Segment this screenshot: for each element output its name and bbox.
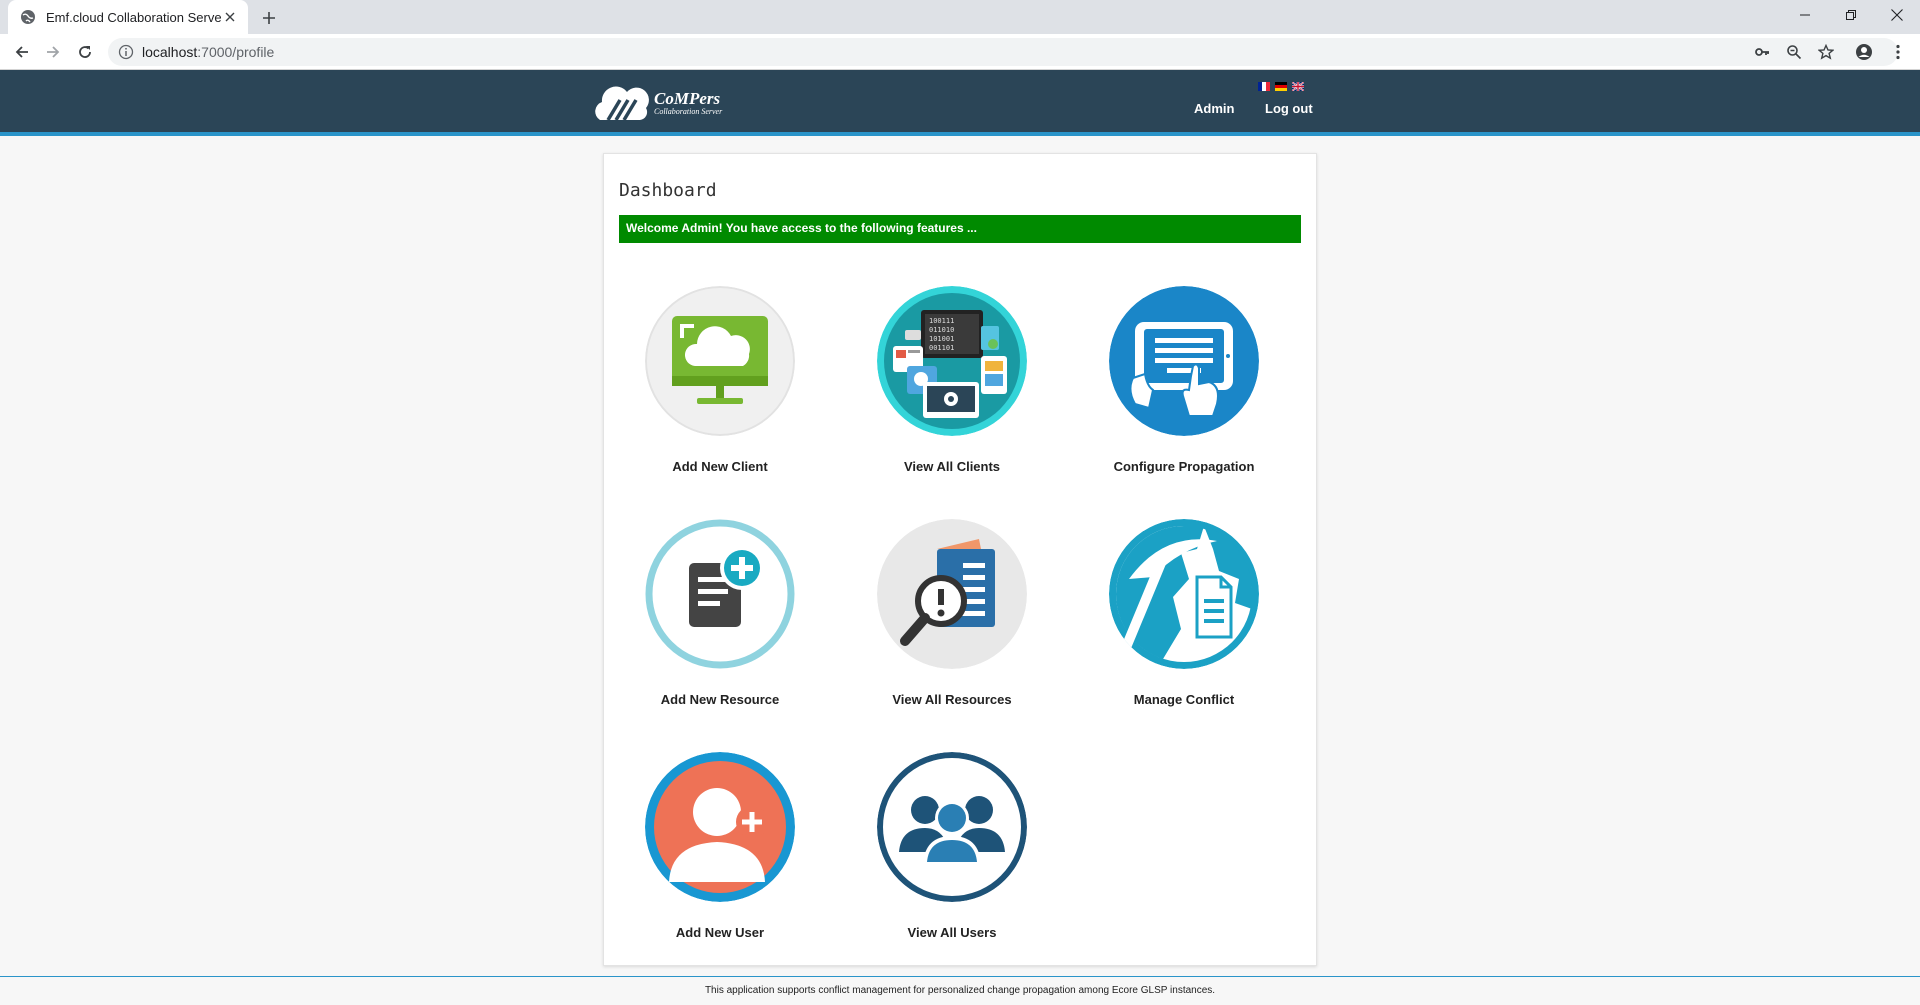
feature-view-all-users[interactable]: View All Users <box>836 752 1068 952</box>
tab-title: Emf.cloud Collaboration Server <box>46 9 222 25</box>
flag-de-icon[interactable] <box>1275 82 1287 91</box>
feature-view-all-resources[interactable]: View All Resources <box>836 519 1068 719</box>
logo-subtitle: Collaboration Server <box>654 107 723 116</box>
feature-label: Add New Client <box>672 459 768 474</box>
user-add-icon <box>645 752 795 902</box>
header-accent-line <box>0 132 1920 136</box>
feature-label: Manage Conflict <box>1133 692 1235 707</box>
svg-text:100111: 100111 <box>929 317 954 325</box>
cloud-logo-icon <box>594 80 650 127</box>
svg-text:101001: 101001 <box>929 335 954 343</box>
footer-text: This application supports conflict manag… <box>704 985 1216 996</box>
address-bar[interactable]: localhost:7000/profile <box>108 38 1898 66</box>
logo-text: CoMPers Collaboration Server <box>654 90 722 117</box>
restore-icon[interactable] <box>1828 0 1874 30</box>
minimize-icon[interactable] <box>1782 0 1828 30</box>
svg-text:011010: 011010 <box>929 326 954 334</box>
page-title: Dashboard <box>619 180 717 201</box>
bookmark-star-icon[interactable] <box>1814 40 1838 64</box>
feature-add-new-resource[interactable]: Add New Resource <box>604 519 836 719</box>
feature-label: Add New Resource <box>660 692 780 707</box>
devices-icon: 100111 011010 101001 001101 <box>877 286 1027 436</box>
feature-label: View All Clients <box>903 459 1001 474</box>
flag-en-icon[interactable] <box>1292 82 1304 91</box>
feature-view-all-clients[interactable]: 100111 011010 101001 001101 View All Cli… <box>836 286 1068 486</box>
browser-tab[interactable]: Emf.cloud Collaboration Server <box>8 0 248 34</box>
admin-link[interactable]: Admin <box>1194 101 1234 116</box>
app-header <box>0 70 1920 132</box>
footer-line <box>0 976 1920 977</box>
app-logo[interactable]: CoMPers Collaboration Server <box>594 80 722 127</box>
feature-label: Add New User <box>675 925 765 940</box>
zoom-icon[interactable] <box>1782 40 1806 64</box>
close-window-icon[interactable] <box>1874 0 1920 30</box>
dashboard-card: Dashboard Welcome Admin! You have access… <box>603 153 1317 966</box>
logout-link[interactable]: Log out <box>1265 101 1313 116</box>
tablet-touch-icon <box>1109 286 1259 436</box>
reload-icon[interactable] <box>73 40 97 64</box>
document-search-icon <box>877 519 1027 669</box>
pickaxe-document-icon <box>1109 519 1259 669</box>
info-icon[interactable] <box>118 44 134 60</box>
menu-dots-icon[interactable] <box>1886 40 1910 64</box>
browser-toolbar: localhost:7000/profile <box>0 34 1920 70</box>
forward-icon[interactable] <box>41 40 65 64</box>
feature-add-new-client[interactable]: Add New Client <box>604 286 836 486</box>
profile-icon[interactable] <box>1852 40 1876 64</box>
feature-manage-conflict[interactable]: Manage Conflict <box>1068 519 1300 719</box>
cloud-monitor-icon <box>645 286 795 436</box>
feature-configure-propagation[interactable]: Configure Propagation <box>1068 286 1300 486</box>
document-add-icon <box>645 519 795 669</box>
feature-add-new-user[interactable]: Add New User <box>604 752 836 952</box>
feature-label: View All Resources <box>892 692 1012 707</box>
new-tab-icon[interactable] <box>258 7 280 29</box>
logo-title: CoMPers <box>654 89 721 108</box>
globe-icon <box>20 9 36 25</box>
flag-fr-icon[interactable] <box>1258 82 1270 91</box>
users-group-icon <box>877 752 1027 902</box>
feature-label: Configure Propagation <box>1113 459 1255 474</box>
back-icon[interactable] <box>10 40 34 64</box>
url-text: localhost:7000/profile <box>142 44 275 60</box>
welcome-banner: Welcome Admin! You have access to the fo… <box>619 215 1301 243</box>
language-switcher <box>1258 82 1304 91</box>
key-icon[interactable] <box>1750 40 1774 64</box>
close-tab-icon[interactable] <box>222 9 238 25</box>
browser-tabstrip: Emf.cloud Collaboration Server <box>0 0 1920 34</box>
svg-text:001101: 001101 <box>929 344 954 352</box>
feature-label: View All Users <box>907 925 997 940</box>
